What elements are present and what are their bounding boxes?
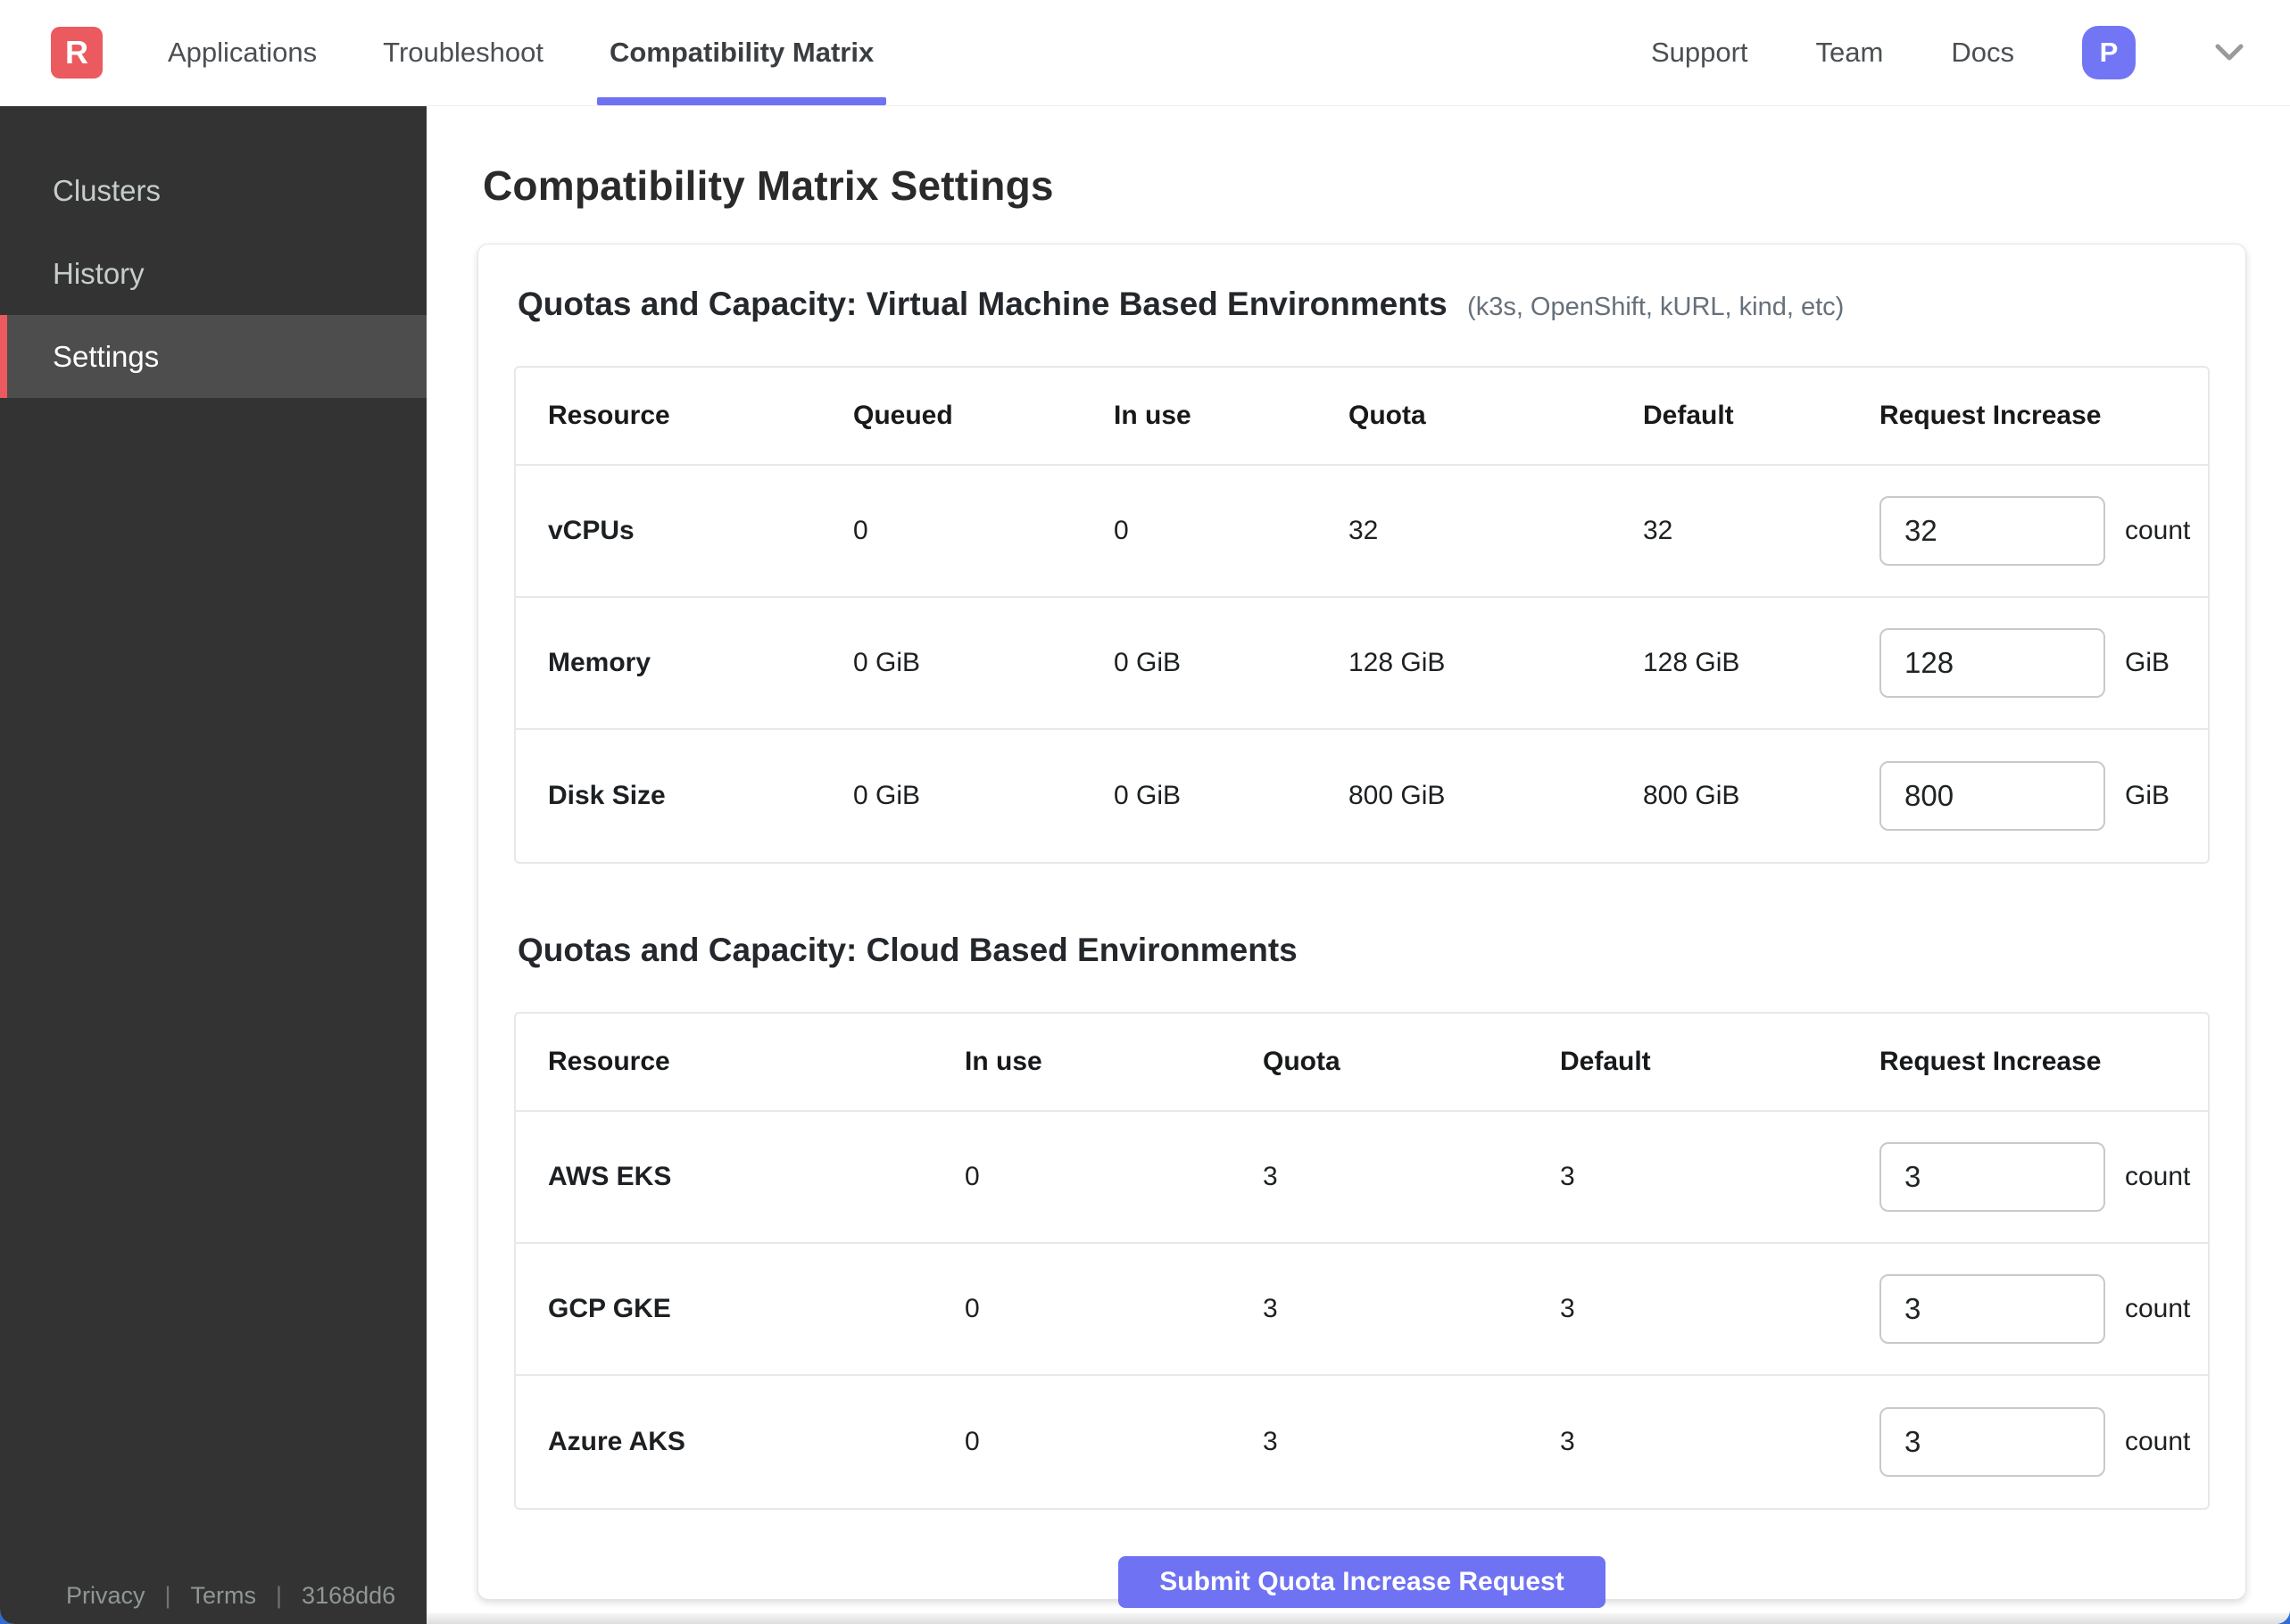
page-title: Compatibility Matrix Settings [483,162,1054,209]
in-use-value: 0 [1114,466,1348,598]
nav-support[interactable]: Support [1651,37,1748,69]
default-value: 3 [1560,1244,1879,1376]
table-row-memory: Memory 0 GiB 0 GiB 128 GiB 128 GiB GiB [516,598,2208,730]
table-header-row: Resource Queued In use Quota Default Req… [516,368,2208,466]
terms-link[interactable]: Terms [191,1582,257,1610]
disk-size-request-input[interactable] [1879,761,2105,831]
resource-name: Azure AKS [548,1427,685,1456]
col-resource: Resource [516,368,853,466]
in-use-value: 0 [965,1112,1263,1244]
nav-team[interactable]: Team [1816,37,1884,69]
quota-value: 3 [1263,1244,1560,1376]
aws-eks-request-input[interactable] [1879,1142,2105,1212]
table-row-vcpus: vCPUs 0 0 32 32 count [516,466,2208,598]
col-in-use: In use [965,1014,1263,1112]
unit-label: GiB [2125,648,2170,677]
col-quota: Quota [1348,368,1643,466]
col-request-increase: Request Increase [1879,1014,2208,1112]
vm-section-title: Quotas and Capacity: Virtual Machine Bas… [518,286,1448,322]
col-default: Default [1643,368,1879,466]
app-window: R Applications Troubleshoot Compatibilit… [0,0,2290,1624]
tab-compatibility-matrix[interactable]: Compatibility Matrix [596,0,887,105]
table-header-row: Resource In use Quota Default Request In… [516,1014,2208,1112]
sidebar-item-settings[interactable]: Settings [0,315,427,398]
main-tabs: Applications Troubleshoot Compatibility … [168,0,887,105]
quota-value: 32 [1348,466,1643,598]
app-logo[interactable]: R [51,27,103,79]
sidebar-item-clusters[interactable]: Clusters [0,149,427,232]
default-value: 800 GiB [1643,781,1740,810]
queued-value: 0 GiB [853,598,1114,730]
resource-name: Memory [516,598,853,730]
unit-label: GiB [2125,781,2170,810]
resource-name: vCPUs [516,466,853,598]
azure-aks-request-input[interactable] [1879,1407,2105,1477]
unit-label: count [2125,1427,2191,1456]
default-value: 3 [1560,1112,1879,1244]
queued-value: 0 GiB [853,781,921,810]
avatar-initial: P [2099,37,2119,68]
quota-value: 3 [1263,1112,1560,1244]
col-request-increase: Request Increase [1879,368,2208,466]
unit-label: count [2125,1294,2191,1323]
table-row-aws-eks: AWS EKS 0 3 3 count [516,1112,2208,1244]
quota-value: 800 GiB [1348,781,1446,810]
default-value: 128 GiB [1643,598,1879,730]
table-row-disk-size: Disk Size 0 GiB 0 GiB 800 GiB 800 GiB Gi… [516,730,2208,862]
vm-quota-table: Resource Queued In use Quota Default Req… [514,366,2210,864]
default-value: 3 [1560,1427,1575,1456]
cloud-section-heading: Quotas and Capacity: Cloud Based Environ… [518,932,2210,969]
unit-label: count [2125,516,2191,545]
table-row-azure-aks: Azure AKS 0 3 3 count [516,1376,2208,1508]
main-content: Compatibility Matrix Settings Quotas and… [427,106,2290,1624]
quota-value: 3 [1263,1427,1278,1456]
footer-separator: | [164,1582,171,1609]
logo-letter: R [65,34,88,70]
quota-value: 128 GiB [1348,598,1643,730]
user-avatar[interactable]: P [2082,26,2136,79]
sidebar-footer: Privacy | Terms | 3168dd6 [66,1582,395,1610]
unit-label: count [2125,1162,2191,1191]
in-use-value: 0 GiB [1114,781,1182,810]
chevron-down-icon[interactable] [2148,43,2244,62]
queued-value: 0 [853,466,1114,598]
sidebar-item-history[interactable]: History [0,232,427,315]
cloud-section-title: Quotas and Capacity: Cloud Based Environ… [518,932,1298,968]
in-use-value: 0 GiB [1114,598,1348,730]
memory-request-input[interactable] [1879,628,2105,698]
cloud-quota-table: Resource In use Quota Default Request In… [514,1012,2210,1510]
col-resource: Resource [516,1014,965,1112]
sidebar: Clusters History Settings Privacy | Term… [0,106,427,1624]
footer-separator: | [276,1582,283,1609]
privacy-link[interactable]: Privacy [66,1582,145,1610]
col-default: Default [1560,1014,1879,1112]
in-use-value: 0 [965,1244,1263,1376]
col-queued: Queued [853,368,1114,466]
col-quota: Quota [1263,1014,1560,1112]
vm-section-heading: Quotas and Capacity: Virtual Machine Bas… [518,286,2210,323]
tab-troubleshoot[interactable]: Troubleshoot [383,0,543,105]
vcpus-request-input[interactable] [1879,496,2105,566]
nav-right: Support Team Docs P [1651,26,2244,79]
col-in-use: In use [1114,368,1348,466]
top-nav: R Applications Troubleshoot Compatibilit… [0,0,2290,106]
build-hash: 3168dd6 [302,1582,396,1609]
table-row-gcp-gke: GCP GKE 0 3 3 count [516,1244,2208,1376]
nav-docs[interactable]: Docs [1951,37,2014,69]
settings-card: Quotas and Capacity: Virtual Machine Bas… [477,244,2246,1608]
resource-name: GCP GKE [516,1244,965,1376]
vm-section-subtitle: (k3s, OpenShift, kURL, kind, etc) [1467,293,1845,321]
submit-quota-increase-button[interactable]: Submit Quota Increase Request [1118,1556,1605,1608]
default-value: 32 [1643,466,1879,598]
resource-name: Disk Size [548,781,666,810]
in-use-value: 0 [965,1427,980,1456]
gcp-gke-request-input[interactable] [1879,1274,2105,1344]
resource-name: AWS EKS [516,1112,965,1244]
tab-applications[interactable]: Applications [168,0,317,105]
